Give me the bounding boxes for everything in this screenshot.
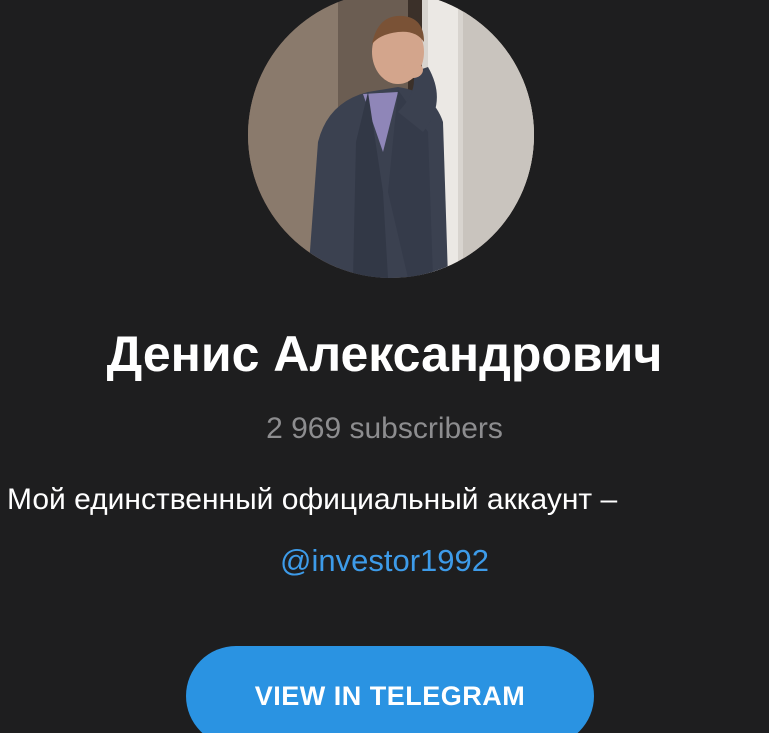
username-link[interactable]: @investor1992 bbox=[0, 540, 769, 582]
avatar-photo-image bbox=[248, 0, 534, 278]
channel-description: Мой единственный официальный аккаунт – bbox=[7, 483, 618, 516]
channel-preview-page: Денис Александрович 2 969 subscribers Мо… bbox=[0, 0, 769, 733]
subscriber-count: 2 969 subscribers bbox=[266, 412, 503, 445]
view-in-telegram-button[interactable]: VIEW IN TELEGRAM bbox=[186, 646, 594, 733]
channel-avatar bbox=[248, 0, 534, 278]
channel-name: Денис Александрович bbox=[106, 326, 663, 382]
